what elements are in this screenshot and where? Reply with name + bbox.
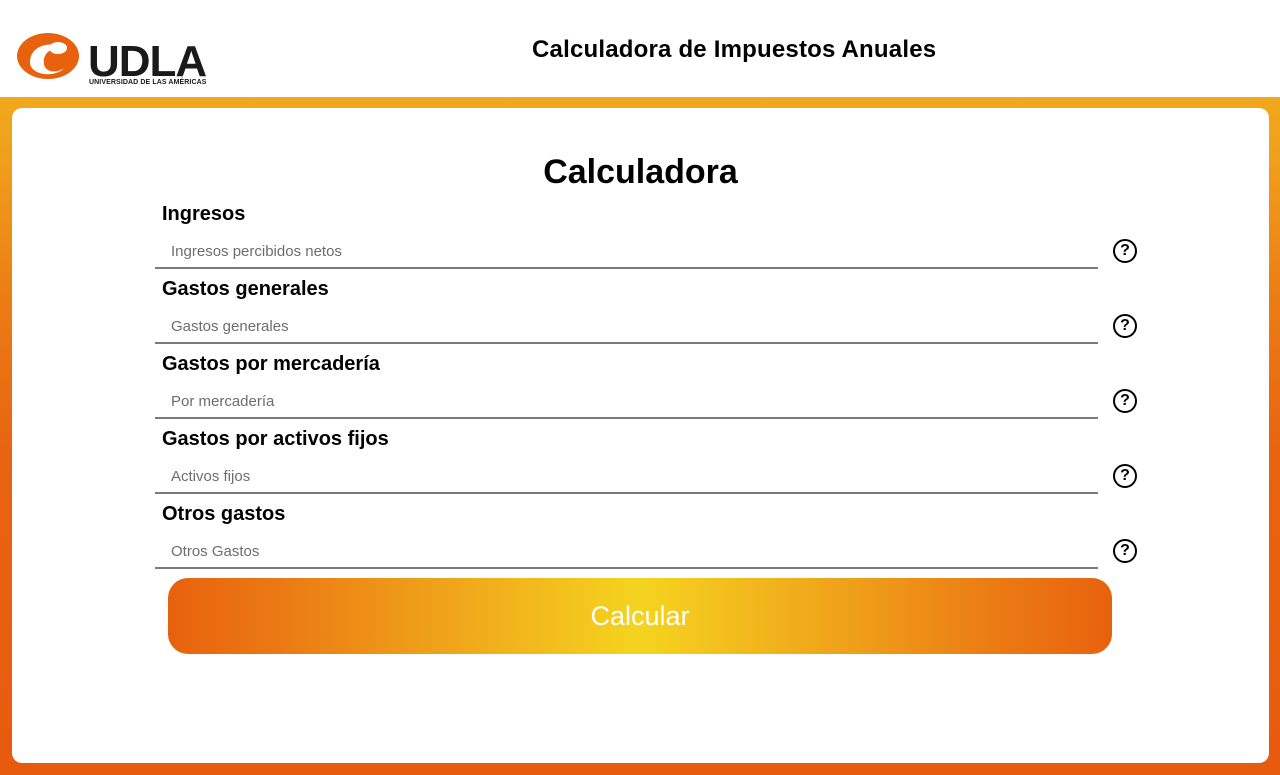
page-header: UDLA UNIVERSIDAD DE LAS AMÉRICAS Calcula… [0, 0, 1280, 97]
section-otros-gastos: Otros gastos ? [155, 408, 1140, 569]
otros-gastos-input[interactable] [155, 535, 1098, 569]
question-circle-icon[interactable]: ? [1113, 539, 1137, 563]
app-title: Calculadora de Impuestos Anuales [532, 36, 937, 63]
calcular-button[interactable]: Calcular [168, 578, 1112, 654]
section-activos-fijos: Gastos por activos fijos ? [155, 333, 1140, 494]
calculator-card: Calculadora Ingresos ? Gastos generales … [12, 108, 1269, 763]
section-label: Otros gastos [162, 503, 286, 525]
udla-logo: UDLA UNIVERSIDAD DE LAS AMÉRICAS [16, 32, 207, 90]
section-ingresos: Ingresos ? [155, 108, 1140, 269]
section-gastos-mercaderia: Gastos por mercadería ? [155, 258, 1140, 419]
section-gastos-generales: Gastos generales ? [155, 183, 1140, 344]
logo-subtext: UNIVERSIDAD DE LAS AMÉRICAS [89, 79, 207, 86]
